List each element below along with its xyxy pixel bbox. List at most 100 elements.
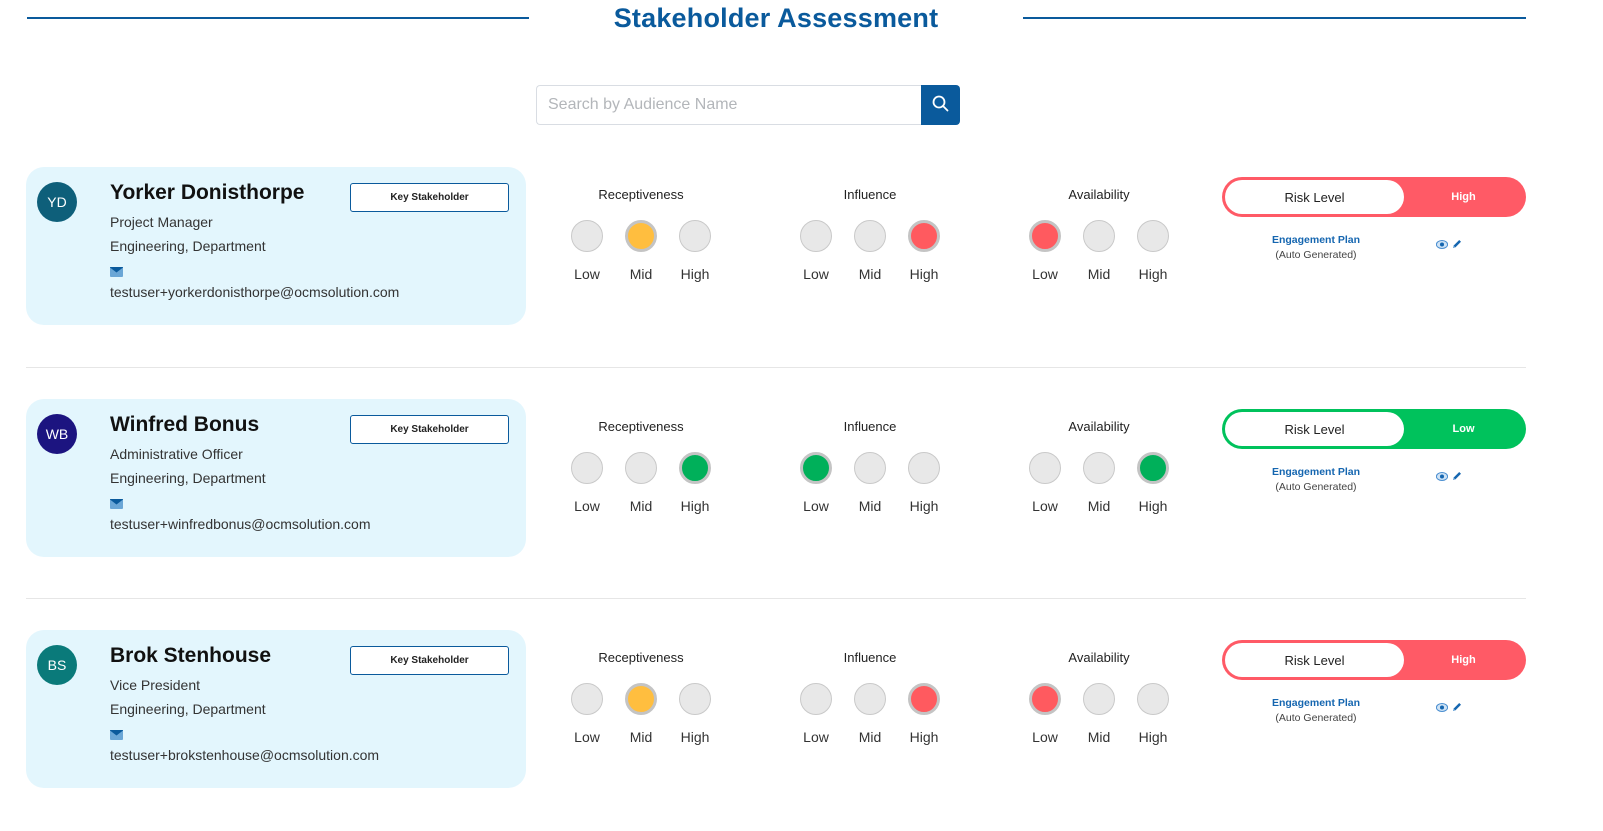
level-option-high: High xyxy=(1137,683,1169,745)
engagement-plan-link[interactable]: Engagement Plan xyxy=(1250,234,1382,246)
level-option-mid: Mid xyxy=(1083,220,1115,282)
header-divider-right xyxy=(1023,17,1526,19)
level-label: Mid xyxy=(858,266,882,282)
risk-level-label: Risk Level xyxy=(1225,412,1404,446)
level-option-mid: Mid xyxy=(854,683,886,745)
level-label: Low xyxy=(1032,729,1058,745)
stakeholder-row: WB Winfred Bonus Administrative Officer … xyxy=(0,399,1603,559)
level-radio-high[interactable] xyxy=(908,683,940,715)
level-label: High xyxy=(909,498,939,514)
level-radio-high[interactable] xyxy=(679,683,711,715)
level-label: Low xyxy=(803,498,829,514)
metric-title: Receptiveness xyxy=(598,419,684,434)
stakeholder-card: WB Winfred Bonus Administrative Officer … xyxy=(26,399,526,557)
level-label: High xyxy=(680,498,710,514)
row-divider xyxy=(26,598,1526,599)
level-radio-low[interactable] xyxy=(571,220,603,252)
level-option-low: Low xyxy=(571,683,603,745)
level-option-low: Low xyxy=(1029,220,1061,282)
level-option-low: Low xyxy=(571,452,603,514)
engagement-plan-link[interactable]: Engagement Plan xyxy=(1250,697,1382,709)
level-radio-low[interactable] xyxy=(1029,220,1061,252)
level-label: High xyxy=(680,266,710,282)
level-radio-mid[interactable] xyxy=(1083,683,1115,715)
metric-title: Influence xyxy=(843,187,897,202)
level-radio-mid[interactable] xyxy=(1083,220,1115,252)
level-radio-high[interactable] xyxy=(1137,220,1169,252)
metric-availability: Availability Low Mid High xyxy=(1029,650,1169,745)
level-radio-low[interactable] xyxy=(571,452,603,484)
header-divider-left xyxy=(27,17,529,19)
level-selector: Low Mid High xyxy=(800,683,940,745)
engagement-plan: Engagement Plan (Auto Generated) xyxy=(1250,697,1382,724)
engagement-plan-subtitle: (Auto Generated) xyxy=(1275,249,1357,261)
level-radio-high[interactable] xyxy=(1137,452,1169,484)
level-radio-mid[interactable] xyxy=(854,220,886,252)
view-eye-icon[interactable] xyxy=(1436,471,1448,481)
engagement-plan: Engagement Plan (Auto Generated) xyxy=(1250,234,1382,261)
level-radio-high[interactable] xyxy=(908,220,940,252)
metric-availability: Availability Low Mid High xyxy=(1029,419,1169,514)
level-radio-high[interactable] xyxy=(679,220,711,252)
level-label: High xyxy=(1138,729,1168,745)
stakeholder-email[interactable]: testuser+winfredbonus@ocmsolution.com xyxy=(110,516,371,532)
level-selector: Low Mid High xyxy=(800,220,940,282)
level-radio-mid[interactable] xyxy=(854,452,886,484)
avatar: YD xyxy=(37,182,77,222)
metric-influence: Influence Low Mid High xyxy=(800,187,940,282)
level-label: Mid xyxy=(629,266,653,282)
metric-title: Availability xyxy=(1068,419,1130,434)
level-radio-low[interactable] xyxy=(800,220,832,252)
engagement-plan-link[interactable]: Engagement Plan xyxy=(1250,466,1382,478)
metric-availability: Availability Low Mid High xyxy=(1029,187,1169,282)
stakeholder-department: Engineering, Department xyxy=(110,470,266,486)
edit-pencil-icon[interactable] xyxy=(1452,239,1462,249)
level-selector: Low Mid High xyxy=(1029,683,1169,745)
level-label: Mid xyxy=(858,729,882,745)
level-option-high: High xyxy=(679,452,711,514)
level-radio-mid[interactable] xyxy=(1083,452,1115,484)
level-radio-mid[interactable] xyxy=(625,683,657,715)
stakeholder-email[interactable]: testuser+yorkerdonisthorpe@ocmsolution.c… xyxy=(110,284,399,300)
metric-receptiveness: Receptiveness Low Mid High xyxy=(571,650,711,745)
level-radio-high[interactable] xyxy=(908,452,940,484)
level-radio-low[interactable] xyxy=(1029,683,1061,715)
level-radio-mid[interactable] xyxy=(854,683,886,715)
level-label: High xyxy=(909,266,939,282)
view-eye-icon[interactable] xyxy=(1436,702,1448,712)
level-option-low: Low xyxy=(1029,683,1061,745)
edit-pencil-icon[interactable] xyxy=(1452,702,1462,712)
metric-title: Availability xyxy=(1068,187,1130,202)
mail-icon xyxy=(110,727,123,740)
level-radio-high[interactable] xyxy=(1137,683,1169,715)
level-radio-high[interactable] xyxy=(679,452,711,484)
stakeholder-row: YD Yorker Donisthorpe Project Manager En… xyxy=(0,167,1603,327)
stakeholder-email[interactable]: testuser+brokstenhouse@ocmsolution.com xyxy=(110,747,379,763)
level-selector: Low Mid High xyxy=(1029,452,1169,514)
row-divider xyxy=(26,367,1526,368)
level-radio-low[interactable] xyxy=(800,683,832,715)
view-eye-icon[interactable] xyxy=(1436,239,1448,249)
key-stakeholder-button[interactable]: Key Stakeholder xyxy=(350,183,509,212)
level-option-low: Low xyxy=(800,683,832,745)
stakeholder-name: Brok Stenhouse xyxy=(110,644,272,667)
key-stakeholder-button[interactable]: Key Stakeholder xyxy=(350,415,509,444)
key-stakeholder-button[interactable]: Key Stakeholder xyxy=(350,646,509,675)
level-radio-mid[interactable] xyxy=(625,452,657,484)
search-button[interactable] xyxy=(921,85,960,125)
level-radio-low[interactable] xyxy=(571,683,603,715)
level-radio-low[interactable] xyxy=(800,452,832,484)
stakeholder-role: Vice President xyxy=(110,677,201,693)
level-option-mid: Mid xyxy=(625,683,657,745)
level-radio-mid[interactable] xyxy=(625,220,657,252)
metric-influence: Influence Low Mid High xyxy=(800,650,940,745)
level-label: Low xyxy=(574,266,600,282)
edit-pencil-icon[interactable] xyxy=(1452,471,1462,481)
mail-icon xyxy=(110,496,123,509)
level-option-mid: Mid xyxy=(1083,452,1115,514)
level-radio-low[interactable] xyxy=(1029,452,1061,484)
search-input[interactable] xyxy=(536,85,921,125)
stakeholder-department: Engineering, Department xyxy=(110,238,266,254)
engagement-plan-subtitle: (Auto Generated) xyxy=(1275,481,1357,493)
level-label: Low xyxy=(1032,266,1058,282)
